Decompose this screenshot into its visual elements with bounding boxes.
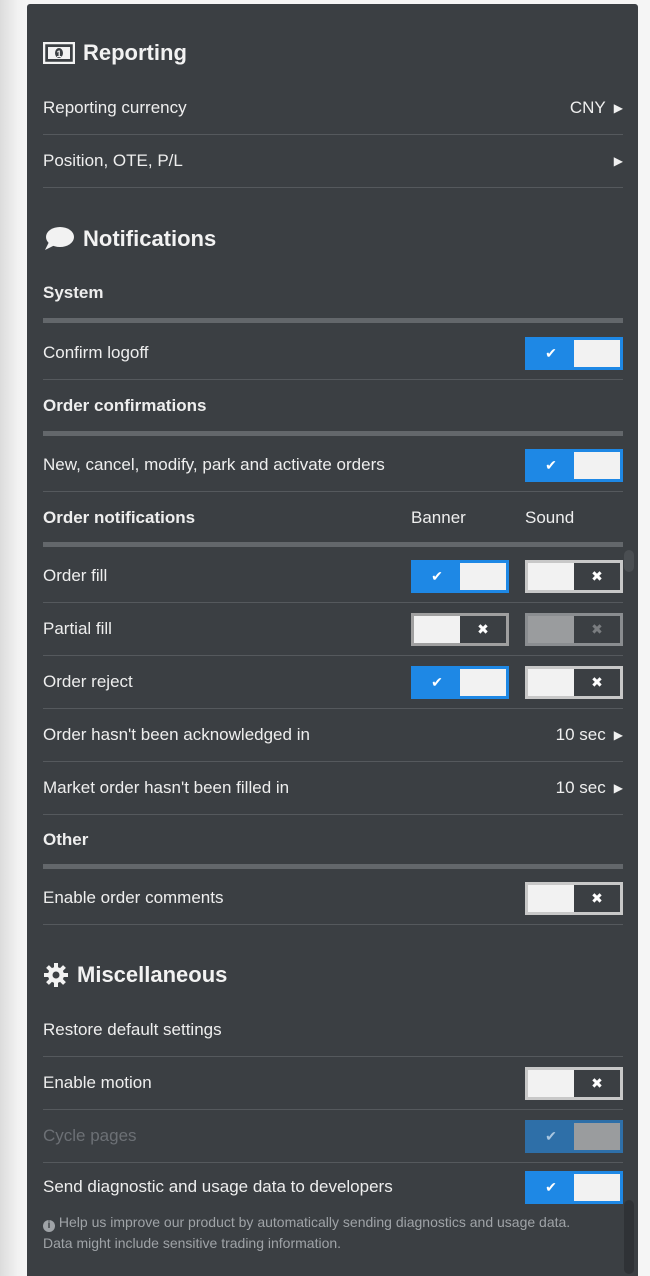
caret-right-icon: ▶	[613, 781, 623, 795]
order-reject-label: Order reject	[43, 672, 133, 691]
diagnostics-row: Send diagnostic and usage data to develo…	[43, 1163, 623, 1211]
position-ote-pl-label: Position, OTE, P/L	[43, 151, 183, 170]
restore-defaults-label: Restore default settings	[43, 1020, 222, 1039]
divider	[43, 542, 623, 547]
misc-section-title: Miscellaneous	[43, 950, 623, 1000]
caret-right-icon: ▶	[613, 154, 623, 168]
money-icon: 1	[43, 42, 75, 64]
order-comments-label: Enable order comments	[43, 888, 224, 907]
diagnostics-toggle[interactable]: ✔	[525, 1170, 623, 1204]
gear-icon	[44, 963, 68, 987]
partial-fill-banner-toggle[interactable]: ✖	[411, 612, 509, 646]
order-fill-banner-toggle[interactable]: ✔	[411, 559, 509, 593]
partial-fill-row: Partial fill ✖ ✖	[43, 603, 623, 656]
order-ack-label: Order hasn't been acknowledged in	[43, 725, 310, 744]
restore-defaults-row[interactable]: Restore default settings	[43, 1004, 623, 1057]
x-icon: ✖	[574, 562, 620, 590]
caret-right-icon: ▶	[613, 101, 623, 115]
market-order-value: 10 sec	[555, 778, 606, 797]
partial-fill-sound-toggle[interactable]: ✖	[525, 612, 623, 646]
other-header-label: Other	[43, 830, 89, 849]
divider	[43, 318, 623, 323]
order-confirmations-label: New, cancel, modify, park and activate o…	[43, 455, 385, 474]
order-reject-banner-toggle[interactable]: ✔	[411, 665, 509, 699]
order-ack-value: 10 sec	[555, 725, 606, 744]
order-notifications-header-label: Order notifications	[43, 508, 196, 527]
order-comments-toggle[interactable]: ✖	[525, 881, 623, 915]
cycle-pages-row: Cycle pages ✔	[43, 1110, 623, 1163]
x-icon: ✖	[574, 1069, 620, 1097]
cycle-pages-toggle: ✔	[525, 1119, 623, 1153]
check-icon: ✔	[528, 339, 574, 367]
x-icon: ✖	[460, 615, 506, 643]
divider	[43, 431, 623, 436]
order-fill-label: Order fill	[43, 566, 108, 585]
diagnostics-help-text: Help us improve our product by automatic…	[43, 1214, 571, 1251]
confirm-logoff-row: Confirm logoff ✔	[43, 327, 623, 380]
diagnostics-label: Send diagnostic and usage data to develo…	[43, 1177, 393, 1196]
svg-text:1: 1	[56, 49, 61, 59]
market-order-label: Market order hasn't been filled in	[43, 778, 290, 797]
confirm-logoff-toggle[interactable]: ✔	[525, 336, 623, 370]
notifications-title: Notifications	[83, 226, 217, 251]
order-confirmations-row: New, cancel, modify, park and activate o…	[43, 439, 623, 492]
partial-fill-label: Partial fill	[43, 619, 112, 638]
reporting-title: Reporting	[83, 40, 187, 65]
enable-motion-toggle[interactable]: ✖	[525, 1066, 623, 1100]
notifications-section-title: Notifications	[43, 214, 623, 264]
other-header: Other	[43, 814, 623, 866]
order-fill-row: Order fill ✔ ✖	[43, 550, 623, 603]
x-icon: ✖	[574, 615, 620, 643]
misc-title: Miscellaneous	[77, 962, 228, 987]
system-header-label: System	[43, 283, 104, 302]
system-header: System	[43, 267, 623, 319]
speech-bubble-icon	[45, 227, 74, 250]
order-comments-row: Enable order comments ✖	[43, 872, 623, 925]
market-order-row[interactable]: Market order hasn't been filled in 10 se…	[43, 762, 623, 815]
scrollbar-track[interactable]	[624, 1200, 634, 1274]
order-fill-sound-toggle[interactable]: ✖	[525, 559, 623, 593]
order-ack-row[interactable]: Order hasn't been acknowledged in 10 sec…	[43, 709, 623, 762]
check-icon: ✔	[528, 1173, 574, 1201]
check-icon: ✔	[414, 562, 460, 590]
scrollbar-thumb[interactable]	[624, 550, 634, 572]
divider	[43, 864, 623, 869]
check-icon: ✔	[528, 1122, 574, 1150]
reporting-section-title: 1 Reporting	[43, 28, 623, 78]
check-icon: ✔	[528, 451, 574, 479]
banner-column-header: Banner	[411, 508, 466, 527]
enable-motion-label: Enable motion	[43, 1073, 152, 1092]
order-notifications-header: Order notifications Banner Sound	[43, 492, 623, 544]
order-reject-row: Order reject ✔ ✖	[43, 656, 623, 709]
position-ote-pl-row[interactable]: Position, OTE, P/L ▶	[43, 135, 623, 188]
cycle-pages-label: Cycle pages	[43, 1126, 137, 1145]
x-icon: ✖	[574, 668, 620, 696]
x-icon: ✖	[574, 884, 620, 912]
check-icon: ✔	[414, 668, 460, 696]
caret-right-icon: ▶	[613, 728, 623, 742]
order-confirmations-header-label: Order confirmations	[43, 396, 207, 415]
order-confirmations-toggle[interactable]: ✔	[525, 448, 623, 482]
enable-motion-row: Enable motion ✖	[43, 1057, 623, 1110]
reporting-currency-row[interactable]: Reporting currency CNY ▶	[43, 82, 623, 135]
settings-panel: 1 Reporting Reporting currency CNY ▶ Posi…	[27, 4, 638, 1276]
sound-column-header: Sound	[525, 508, 575, 527]
reporting-currency-label: Reporting currency	[43, 98, 187, 117]
info-icon: i	[43, 1220, 55, 1232]
order-reject-sound-toggle[interactable]: ✖	[525, 665, 623, 699]
diagnostics-help: i Help us improve our product by automat…	[43, 1212, 603, 1254]
reporting-currency-value: CNY	[569, 98, 606, 117]
confirm-logoff-label: Confirm logoff	[43, 343, 149, 362]
order-confirmations-header: Order confirmations	[43, 380, 623, 432]
